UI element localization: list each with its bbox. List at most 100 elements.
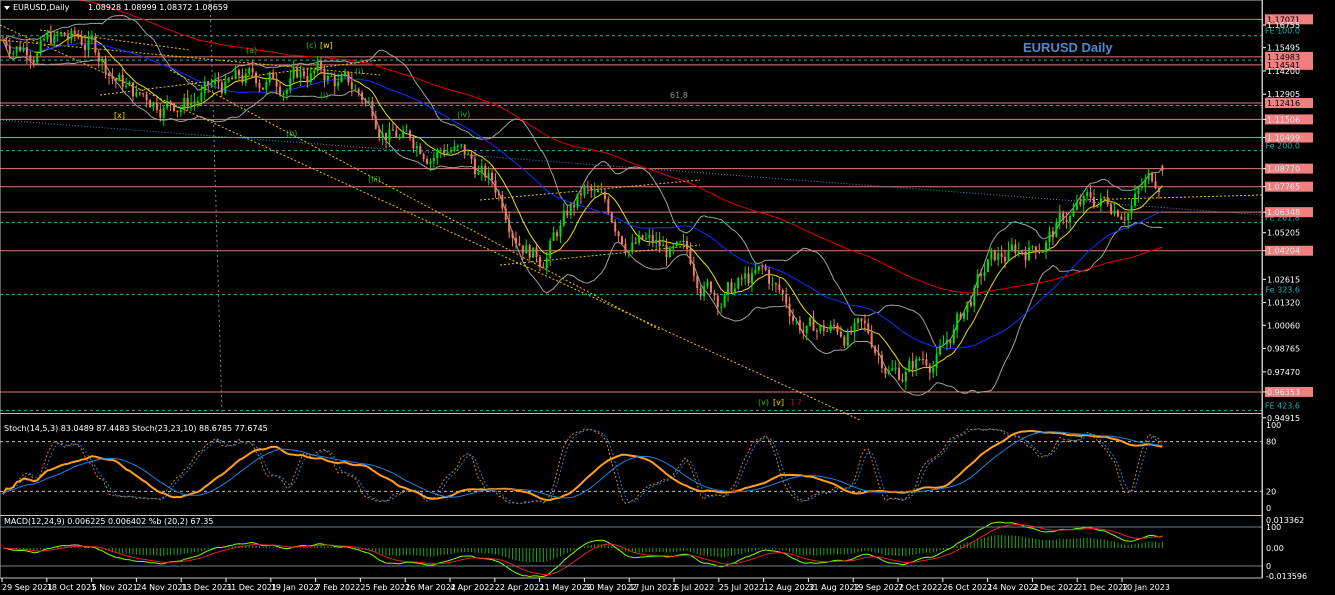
candle-body <box>915 359 918 369</box>
candle-body <box>473 159 476 175</box>
candle-body <box>114 78 117 82</box>
candle-body <box>231 78 234 80</box>
fib-level-label: FE 423.6 <box>1265 401 1300 410</box>
candle-body <box>22 47 25 51</box>
candle-body <box>272 72 275 80</box>
trend-line <box>479 179 701 201</box>
candle-body <box>46 32 49 39</box>
candle-body <box>467 153 470 155</box>
candle-body <box>200 92 203 102</box>
candle-body <box>699 288 702 297</box>
candle-body <box>515 237 517 244</box>
candle-body <box>737 278 740 289</box>
candle-body <box>747 273 750 284</box>
candle-body <box>350 82 353 89</box>
candle-body <box>275 79 278 87</box>
vertical-line <box>209 0 223 414</box>
candle-body <box>921 359 924 361</box>
candle-body <box>925 359 928 366</box>
price-tick-label: 1.04204 <box>1267 247 1300 256</box>
date-tick-label: 12 Aug 2022 <box>764 583 815 592</box>
candle-body <box>87 39 90 51</box>
candle-body <box>692 264 695 276</box>
macd-label: MACD(12,24,9) 0.006225 0.006402 %b (20,2… <box>4 517 213 526</box>
candle-body <box>610 212 613 222</box>
candle-body <box>25 47 28 56</box>
candle-body <box>1041 251 1044 253</box>
level-lines: FE 100.0Fe 123.6FE 161.8Fe 200.0FE 261.8… <box>0 18 1300 411</box>
candle-body <box>292 67 295 79</box>
candle-body <box>1157 188 1160 192</box>
candle-body <box>131 82 134 97</box>
candle-body <box>792 316 795 321</box>
ohlc-readout: 1.08928 1.08999 1.08372 1.08659 <box>88 3 228 12</box>
candle-body <box>381 132 384 138</box>
candle-body <box>497 192 500 195</box>
candle-body <box>340 76 343 82</box>
candle-body <box>1116 210 1119 217</box>
candle-body <box>439 149 442 151</box>
price-tick-label: 1.01320 <box>1267 299 1300 308</box>
macd-tick-label: -0.013596 <box>1266 572 1307 581</box>
candle-body <box>980 273 983 276</box>
candle-body <box>863 320 866 324</box>
wave-label: 61.8 <box>670 91 688 100</box>
candle-body <box>942 344 945 346</box>
price-chart[interactable]: FE 100.0Fe 123.6FE 161.8Fe 200.0FE 261.8… <box>0 0 1335 595</box>
candle-body <box>1120 216 1123 220</box>
candle-body <box>395 130 398 138</box>
candle-body <box>5 40 8 46</box>
candle-body <box>128 82 131 86</box>
collapse-triangle-icon[interactable] <box>4 6 10 10</box>
candle-body <box>1123 219 1126 221</box>
candle-body <box>56 34 59 36</box>
candle-body <box>1038 251 1041 253</box>
candle-body <box>29 55 32 61</box>
candle-body <box>761 266 764 268</box>
candle-body <box>508 220 511 233</box>
price-tick-label: 0.97470 <box>1267 368 1300 377</box>
wave-label: (v) <box>758 398 769 407</box>
price-tick-label: 1.14200 <box>1267 67 1300 76</box>
candle-body <box>986 259 989 273</box>
candle-body <box>932 368 935 373</box>
date-tick-label: 7 Feb 2022 <box>316 583 361 592</box>
macd-signal-line <box>2 524 1163 576</box>
candle-body <box>1099 198 1102 207</box>
candle-body <box>1069 215 1072 223</box>
date-tick-label: 18 Oct 2021 <box>47 583 96 592</box>
candle-body <box>538 256 541 267</box>
candle-body <box>867 323 870 333</box>
price-tick-label: 1.05205 <box>1267 229 1300 238</box>
candle-body <box>535 247 538 257</box>
candle-body <box>850 332 853 334</box>
candle-body <box>217 79 220 83</box>
candle-body <box>839 331 842 337</box>
price-tick-label: 1.07765 <box>1267 183 1300 192</box>
candle-body <box>282 93 285 95</box>
date-axis[interactable]: 29 Sep 202118 Oct 20215 Nov 202124 Nov 2… <box>1 578 1170 592</box>
candle-body <box>1092 197 1095 207</box>
candle-body <box>928 365 931 373</box>
candle-body <box>1110 204 1113 214</box>
candle-body <box>261 87 264 90</box>
candle-body <box>898 367 901 380</box>
candle-body <box>173 103 175 111</box>
candle-body <box>224 81 227 94</box>
candle-body <box>309 73 312 83</box>
stoch-tick-label: 20 <box>1266 487 1276 496</box>
candle-body <box>709 281 712 293</box>
candle-body <box>43 38 46 41</box>
date-tick-label: 13 Dec 2021 <box>181 583 232 592</box>
candle-body <box>556 232 559 237</box>
candle-body <box>121 74 124 87</box>
candle-body <box>573 204 576 208</box>
candle-body <box>1058 212 1061 223</box>
candle-body <box>1151 172 1154 182</box>
candle-body <box>101 58 104 62</box>
candle-body <box>621 236 624 244</box>
candle-body <box>1048 231 1051 243</box>
candle-body <box>973 288 976 306</box>
candle-body <box>579 193 582 196</box>
candle-body <box>874 346 877 353</box>
